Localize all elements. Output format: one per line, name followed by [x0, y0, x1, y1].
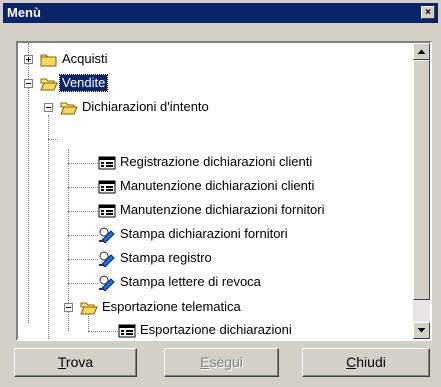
vertical-scrollbar[interactable] [413, 43, 430, 339]
tree-line [68, 235, 98, 236]
esegui-button[interactable]: Esegui [164, 348, 279, 377]
form-icon [98, 156, 116, 170]
trova-mnemonic: T [57, 354, 66, 370]
menu-tree[interactable]: Acquisti Vendite Dichiarazioni d'intento [16, 41, 432, 341]
tree-line [48, 139, 58, 140]
tree-item-label: Stampa registro [120, 250, 212, 265]
folder-open-icon [40, 78, 58, 91]
close-icon: × [425, 7, 431, 18]
tree-line [68, 211, 98, 212]
chiudi-button[interactable]: Chiudi [302, 348, 430, 377]
esegui-label: segui [209, 354, 243, 370]
collapse-minus-icon[interactable] [64, 303, 73, 312]
menu-window: Menù × Acquisti Vendite Dichiarazioni d'… [0, 0, 441, 387]
print-report-icon [99, 227, 115, 243]
folder-closed-icon [40, 54, 57, 67]
folder-open-icon [80, 302, 98, 315]
trova-button[interactable]: Trova [14, 348, 137, 377]
tree-item-label: Vendite [58, 74, 109, 92]
window-title: Menù [7, 5, 41, 20]
tree-line [68, 187, 98, 188]
tree-item-label: Dichiarazioni d'intento [82, 99, 209, 114]
tree-item-label: Manutenzione dichiarazioni fornitori [120, 202, 325, 217]
tree-line [48, 115, 49, 139]
print-report-icon [99, 275, 115, 291]
trova-label: rova [65, 354, 94, 370]
tree-item-label: Esportazione dichiarazioni [140, 322, 292, 337]
tree-item-label: Stampa lettere di revoca [120, 274, 261, 289]
tree-item-label: Stampa dichiarazioni fornitori [120, 226, 288, 241]
title-bar: Menù × [3, 3, 438, 23]
arrow-down-icon [417, 328, 426, 333]
chiudi-mnemonic: C [346, 354, 357, 370]
tree-item-label: Registrazione dichiarazioni clienti [120, 154, 313, 169]
tree-line [68, 283, 98, 284]
form-icon [98, 180, 116, 194]
form-icon [118, 324, 136, 338]
collapse-minus-icon[interactable] [24, 79, 33, 88]
expand-plus-icon[interactable] [24, 55, 33, 64]
chiudi-label: hiudi [356, 354, 386, 370]
arrow-up-icon [417, 49, 426, 54]
scroll-down-button[interactable] [413, 322, 430, 339]
tree-line [48, 139, 49, 339]
tree-line [68, 163, 98, 164]
scroll-thumb[interactable] [413, 60, 430, 300]
folder-open-icon [60, 102, 78, 115]
collapse-minus-icon[interactable] [44, 103, 53, 112]
tree-item-label: Manutenzione dichiarazioni clienti [120, 178, 315, 193]
tree-item-label: Acquisti [62, 51, 108, 66]
scroll-up-button[interactable] [413, 43, 430, 60]
form-icon [98, 204, 116, 218]
print-report-icon [99, 251, 115, 267]
tree-item-label: Esportazione telematica [102, 299, 241, 314]
tree-line [88, 331, 118, 332]
close-button[interactable]: × [421, 6, 435, 19]
tree-line [68, 259, 98, 260]
